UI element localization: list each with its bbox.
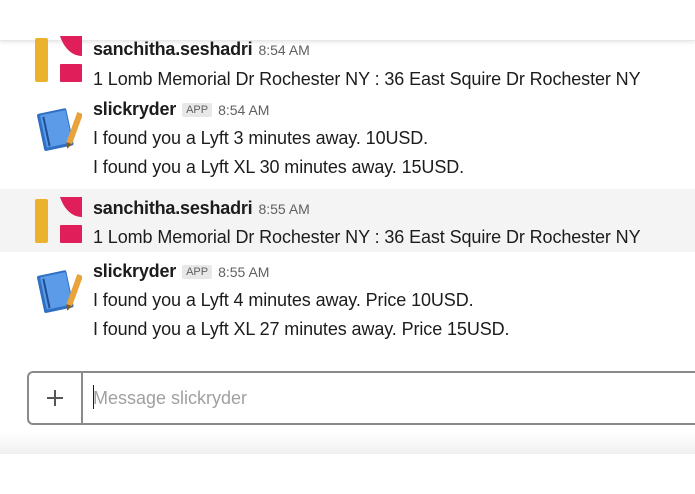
sender-name[interactable]: sanchitha.seshadri [93,39,253,60]
bot-avatar[interactable] [34,104,82,152]
message-header: slickryder APP 8:55 AM [93,261,269,282]
attach-button[interactable] [29,373,83,423]
message-header: sanchitha.seshadri 8:55 AM [93,198,310,219]
message-timestamp[interactable]: 8:54 AM [218,102,269,118]
message-composer [27,371,695,425]
message-text: I found you a Lyft XL 27 minutes away. P… [93,319,510,339]
message-item-highlighted: sanchitha.seshadri 8:55 AM 1 Lomb Memori… [0,189,695,252]
message-input[interactable] [93,385,673,411]
message-text: I found you a Lyft 4 minutes away. Price… [93,290,474,310]
message-text: 1 Lomb Memorial Dr Rochester NY : 36 Eas… [93,69,641,89]
bot-avatar[interactable] [34,266,82,314]
message-item: slickryder APP 8:55 AM I found you a Lyf… [0,252,695,352]
app-badge: APP [182,103,213,117]
app-badge: APP [182,265,213,279]
message-header: slickryder APP 8:54 AM [93,99,269,120]
message-text: 1 Lomb Memorial Dr Rochester NY : 36 Eas… [93,227,641,247]
user-avatar[interactable] [34,197,82,245]
message-text: I found you a Lyft XL 30 minutes away. 1… [93,157,465,177]
message-timestamp[interactable]: 8:55 AM [258,201,309,217]
message-list: sanchitha.seshadri 8:54 AM 1 Lomb Memori… [0,36,695,352]
message-item: slickryder APP 8:54 AM I found you a Lyf… [0,96,695,189]
message-timestamp[interactable]: 8:54 AM [258,42,309,58]
sender-name[interactable]: slickryder [93,261,176,282]
sender-name[interactable]: sanchitha.seshadri [93,198,253,219]
message-timestamp[interactable]: 8:55 AM [218,264,269,280]
sender-name[interactable]: slickryder [93,99,176,120]
user-avatar[interactable] [34,36,82,84]
message-text: I found you a Lyft 3 minutes away. 10USD… [93,128,429,148]
message-header: sanchitha.seshadri 8:54 AM [93,39,310,60]
footer-band [0,432,695,454]
channel-header-edge [0,0,695,41]
message-item: sanchitha.seshadri 8:54 AM 1 Lomb Memori… [0,36,695,96]
plus-icon [47,390,63,406]
